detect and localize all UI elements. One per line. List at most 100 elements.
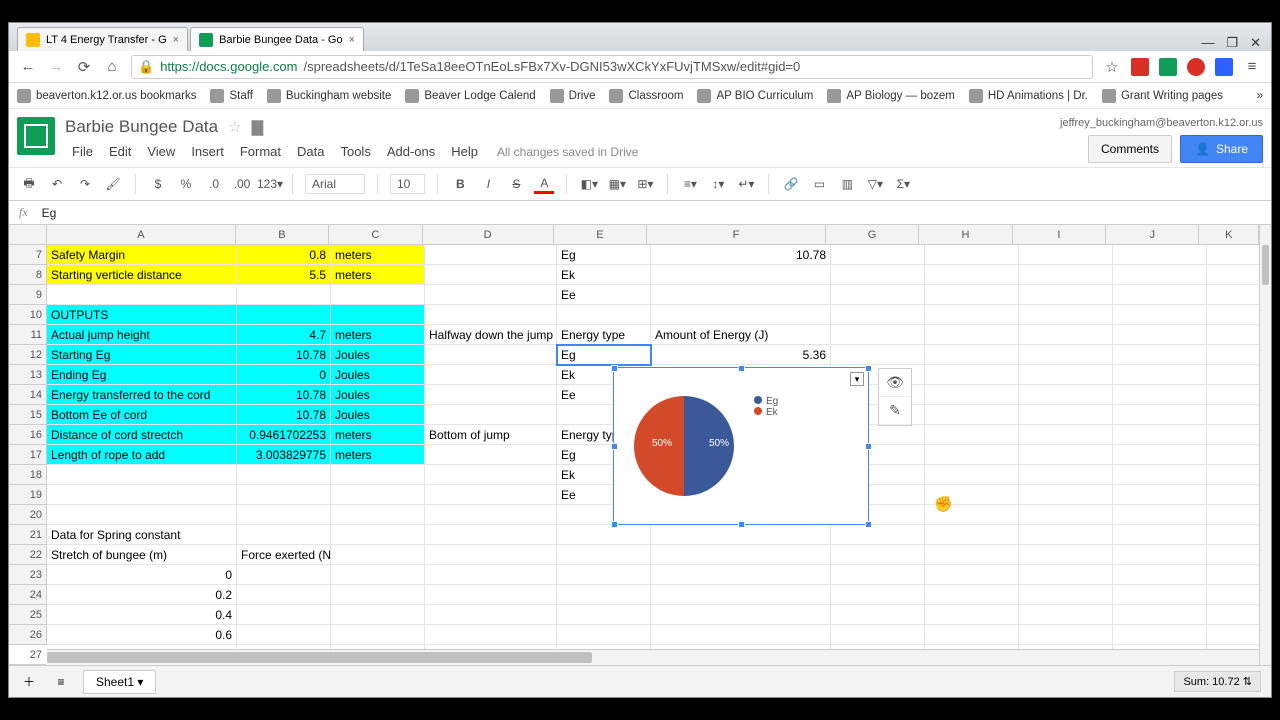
row-header[interactable]: 7 bbox=[9, 245, 46, 265]
menu-icon[interactable]: ≡ bbox=[1243, 58, 1261, 76]
textcolor-icon[interactable]: A bbox=[534, 174, 554, 194]
row-header[interactable]: 21 bbox=[9, 525, 46, 545]
col-header[interactable]: H bbox=[919, 225, 1012, 244]
link-icon[interactable]: 🔗 bbox=[781, 174, 801, 194]
cell-A7[interactable]: Safety Margin bbox=[47, 245, 237, 265]
merge-icon[interactable]: ⊞▾ bbox=[635, 174, 655, 194]
cell-F7[interactable]: 10.78 bbox=[651, 245, 831, 265]
row-header[interactable]: 13 bbox=[9, 365, 46, 385]
resize-handle[interactable] bbox=[611, 365, 618, 372]
cell-B15[interactable]: 10.78 bbox=[237, 405, 331, 425]
col-header[interactable]: G bbox=[826, 225, 919, 244]
bookmarks-overflow-icon[interactable]: » bbox=[1257, 90, 1263, 102]
all-sheets-icon[interactable]: ≡ bbox=[51, 672, 71, 692]
url-input[interactable]: 🔒 https://docs.google.com/spreadsheets/d… bbox=[131, 55, 1093, 79]
cell-F11[interactable]: Amount of Energy (J) bbox=[651, 325, 831, 345]
dec-increase-icon[interactable]: .00 bbox=[232, 174, 252, 194]
resize-handle[interactable] bbox=[611, 443, 618, 450]
quicksum-button[interactable]: Sum: 10.72 ⇅ bbox=[1174, 671, 1261, 692]
col-header[interactable]: I bbox=[1013, 225, 1106, 244]
dec-decrease-icon[interactable]: .0 bbox=[204, 174, 224, 194]
menu-help[interactable]: Help bbox=[444, 141, 485, 162]
font-select[interactable]: Arial bbox=[305, 174, 365, 194]
formula-input[interactable]: Eg bbox=[42, 206, 57, 220]
bookmark-item[interactable]: Buckingham website bbox=[267, 89, 391, 103]
cell-A26[interactable]: 0.6 bbox=[47, 625, 237, 645]
ext-icon[interactable] bbox=[1131, 58, 1149, 76]
cell-B11[interactable]: 4.7 bbox=[237, 325, 331, 345]
cell-E11[interactable]: Energy type bbox=[557, 325, 651, 345]
doc-title[interactable]: Barbie Bungee Data bbox=[65, 117, 218, 137]
menu-insert[interactable]: Insert bbox=[184, 141, 231, 162]
maximize-icon[interactable]: ❐ bbox=[1226, 35, 1238, 51]
menu-format[interactable]: Format bbox=[233, 141, 288, 162]
bookmark-item[interactable]: Staff bbox=[210, 89, 252, 103]
forward-icon[interactable]: → bbox=[47, 58, 65, 76]
bookmark-item[interactable]: Grant Writing pages bbox=[1102, 89, 1223, 103]
col-header[interactable]: B bbox=[236, 225, 329, 244]
add-sheet-icon[interactable]: ＋ bbox=[19, 672, 39, 692]
menu-data[interactable]: Data bbox=[290, 141, 331, 162]
redo-icon[interactable]: ↷ bbox=[75, 174, 95, 194]
col-header[interactable]: F bbox=[647, 225, 826, 244]
edit-chart-icon[interactable]: ✎ bbox=[879, 397, 911, 425]
strike-icon[interactable]: S bbox=[506, 174, 526, 194]
row-header[interactable]: 23 bbox=[9, 565, 46, 585]
cell-C7[interactable]: meters bbox=[331, 245, 425, 265]
fill-icon[interactable]: ◧▾ bbox=[579, 174, 599, 194]
cell-D16[interactable]: Bottom of jump bbox=[425, 425, 557, 445]
cell-C10[interactable] bbox=[331, 305, 425, 325]
back-icon[interactable]: ← bbox=[19, 58, 37, 76]
comment-icon[interactable]: ▭ bbox=[809, 174, 829, 194]
cell-A17[interactable]: Length of rope to add bbox=[47, 445, 237, 465]
cell-A12[interactable]: Starting Eg bbox=[47, 345, 237, 365]
row-header[interactable]: 16 bbox=[9, 425, 46, 445]
row-header[interactable]: 20 bbox=[9, 505, 46, 525]
percent-icon[interactable]: % bbox=[176, 174, 196, 194]
menu-edit[interactable]: Edit bbox=[102, 141, 138, 162]
cell-C14[interactable]: Joules bbox=[331, 385, 425, 405]
row-header[interactable]: 25 bbox=[9, 605, 46, 625]
cell-B14[interactable]: 10.78 bbox=[237, 385, 331, 405]
row-header[interactable]: 22 bbox=[9, 545, 46, 565]
cell-A15[interactable]: Bottom Ee of cord bbox=[47, 405, 237, 425]
cell-B8[interactable]: 5.5 bbox=[237, 265, 331, 285]
cell-E9[interactable]: Ee bbox=[557, 285, 651, 305]
cell-A16[interactable]: Distance of cord strectch bbox=[47, 425, 237, 445]
resize-handle[interactable] bbox=[611, 521, 618, 528]
cell-A24[interactable]: 0.2 bbox=[47, 585, 237, 605]
bookmark-item[interactable]: HD Animations | Dr. bbox=[969, 89, 1088, 103]
functions-icon[interactable]: Σ▾ bbox=[893, 174, 913, 194]
menu-add-ons[interactable]: Add-ons bbox=[380, 141, 442, 162]
cell-A8[interactable]: Starting verticle distance bbox=[47, 265, 237, 285]
ext-icon[interactable] bbox=[1187, 58, 1205, 76]
border-icon[interactable]: ▦▾ bbox=[607, 174, 627, 194]
col-header[interactable]: C bbox=[329, 225, 422, 244]
cell-A21[interactable]: Data for Spring constant bbox=[47, 525, 237, 545]
menu-file[interactable]: File bbox=[65, 141, 100, 162]
wrap-icon[interactable]: ↵▾ bbox=[736, 174, 756, 194]
cell-B13[interactable]: 0 bbox=[237, 365, 331, 385]
reload-icon[interactable]: ⟳ bbox=[75, 58, 93, 76]
cell-E12[interactable]: Eg bbox=[557, 345, 651, 365]
row-headers[interactable]: 789101112131415161718192021222324252627 bbox=[9, 245, 47, 645]
italic-icon[interactable]: I bbox=[478, 174, 498, 194]
resize-handle[interactable] bbox=[738, 521, 745, 528]
ext-icon[interactable] bbox=[1159, 58, 1177, 76]
cell-E8[interactable]: Ek bbox=[557, 265, 651, 285]
cell-C12[interactable]: Joules bbox=[331, 345, 425, 365]
resize-handle[interactable] bbox=[738, 365, 745, 372]
row-header[interactable]: 19 bbox=[9, 485, 46, 505]
row-header[interactable]: 8 bbox=[9, 265, 46, 285]
comments-button[interactable]: Comments bbox=[1088, 135, 1172, 163]
ext-icon[interactable] bbox=[1215, 58, 1233, 76]
undo-icon[interactable]: ↶ bbox=[47, 174, 67, 194]
cell-B7[interactable]: 0.8 bbox=[237, 245, 331, 265]
cell-C11[interactable]: meters bbox=[331, 325, 425, 345]
cell-C15[interactable]: Joules bbox=[331, 405, 425, 425]
col-header[interactable]: A bbox=[47, 225, 236, 244]
cell-A10[interactable]: OUTPUTS bbox=[47, 305, 237, 325]
spreadsheet-grid[interactable]: ABCDEFGHIJK 7891011121314151617181920212… bbox=[9, 225, 1271, 665]
cell-A22[interactable]: Stretch of bungee (m) bbox=[47, 545, 237, 565]
col-header[interactable]: D bbox=[423, 225, 554, 244]
